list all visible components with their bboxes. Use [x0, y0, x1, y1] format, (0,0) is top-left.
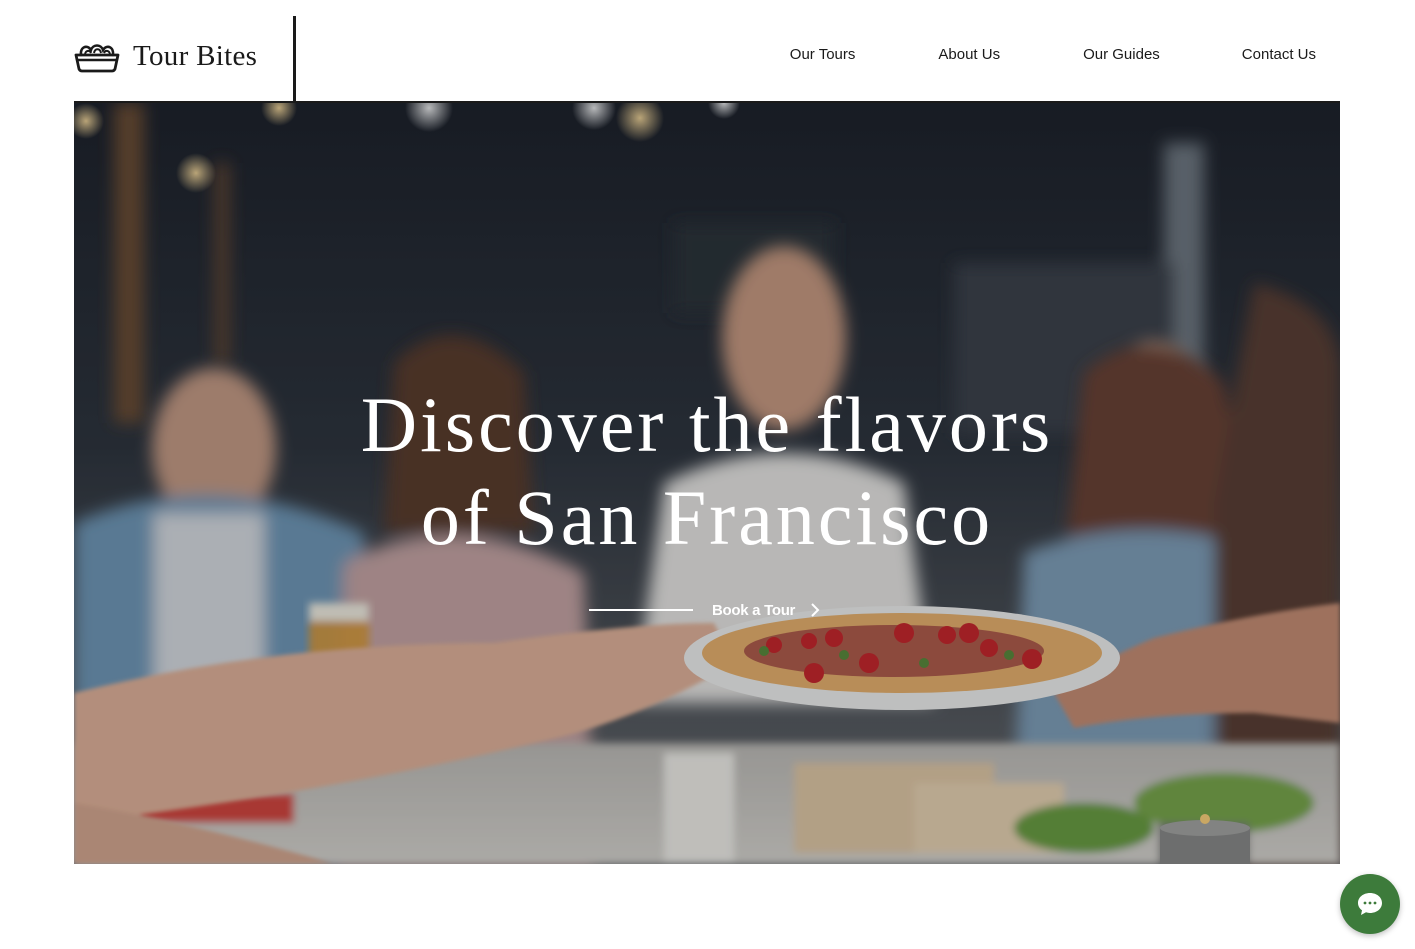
- nav-our-tours[interactable]: Our Tours: [790, 46, 856, 63]
- header-divider: [293, 16, 296, 101]
- bread-basket-icon: [74, 44, 120, 73]
- brand-logo[interactable]: Tour Bites: [74, 36, 257, 76]
- nav-our-guides[interactable]: Our Guides: [1083, 46, 1160, 63]
- nav-contact-us[interactable]: Contact Us: [1242, 46, 1316, 63]
- brand-name: Tour Bites: [133, 39, 258, 72]
- chevron-right-icon: [811, 603, 820, 617]
- book-tour-button[interactable]: Book a Tour: [589, 597, 821, 623]
- cta-label: Book a Tour: [712, 601, 796, 619]
- hero-section: Discover the flavors of San Francisco Bo…: [74, 103, 1340, 864]
- main-nav: Our Tours About Us Our Guides Contact Us: [790, 46, 1316, 63]
- hero-title: Discover the flavors of San Francisco: [74, 378, 1340, 564]
- hero-title-line-2: of San Francisco: [420, 474, 994, 561]
- hero-title-line-1: Discover the flavors: [360, 381, 1054, 468]
- chat-button[interactable]: [1340, 874, 1400, 934]
- site-header: Tour Bites Our Tours About Us Our Guides…: [74, 0, 1340, 103]
- page: Tour Bites Our Tours About Us Our Guides…: [0, 0, 1415, 949]
- cta-line: [589, 609, 693, 611]
- chat-bubble-icon: [1358, 893, 1382, 915]
- nav-about-us[interactable]: About Us: [938, 46, 1000, 63]
